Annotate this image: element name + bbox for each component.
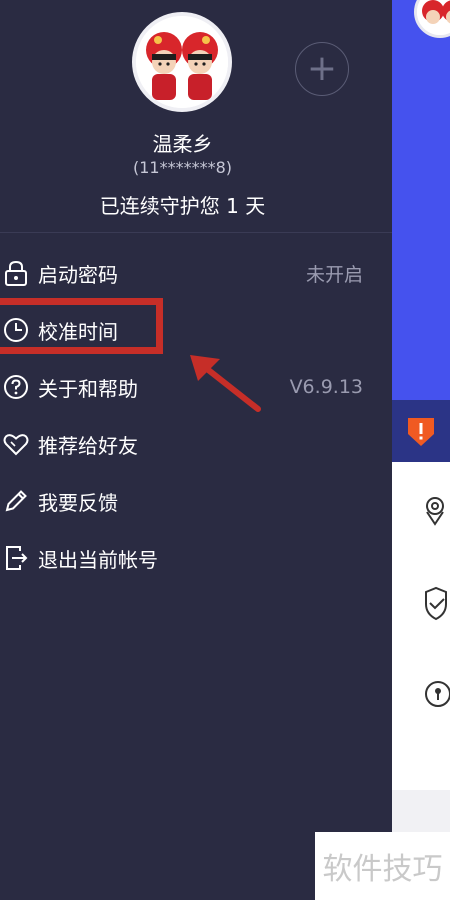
background-header [392,0,450,400]
user-phone: (11*******8) [132,158,233,177]
lock-icon [5,260,27,286]
menu-label: 关于和帮助 [38,376,138,401]
user-avatar[interactable] [132,12,232,112]
side-drawer: + 温柔乡 (11*******8) 已连续守护您 1 天 启动密码 未开启 校… [0,0,392,900]
menu-item-logout[interactable]: 退出当前帐号 [0,536,380,580]
pencil-icon [5,490,27,512]
highlight-box [0,298,163,354]
guard-days-text: 已连续守护您 1 天 [99,194,266,218]
menu-item-startup-password[interactable]: 启动密码 未开启 [0,251,380,295]
add-account-button[interactable]: + [295,42,349,96]
background-app-panel [392,0,450,900]
user-name: 温柔乡 [152,132,213,156]
help-icon [4,375,28,399]
pointer-arrow-icon [190,355,261,412]
menu-label: 退出当前帐号 [38,547,158,572]
menu-label: 我要反馈 [38,490,118,515]
menu-item-recommend[interactable]: 推荐给好友 [0,422,380,466]
background-alert-bar [392,400,450,462]
watermark: 软件技巧 [315,832,450,900]
menu-value: 未开启 [305,263,363,286]
menu-label: 启动密码 [38,262,118,287]
plus-icon: + [306,48,338,89]
background-avatar[interactable] [414,0,450,38]
heart-icon [3,434,29,456]
divider [0,232,392,233]
shield-check-icon[interactable] [424,586,450,622]
menu-label: 推荐给好友 [38,433,138,458]
location-icon[interactable] [424,492,450,528]
key-lock-icon[interactable] [424,676,450,712]
menu-item-feedback[interactable]: 我要反馈 [0,479,380,523]
alert-shield-icon [408,418,434,446]
logout-icon [6,546,28,570]
app-version: V6.9.13 [289,376,363,398]
